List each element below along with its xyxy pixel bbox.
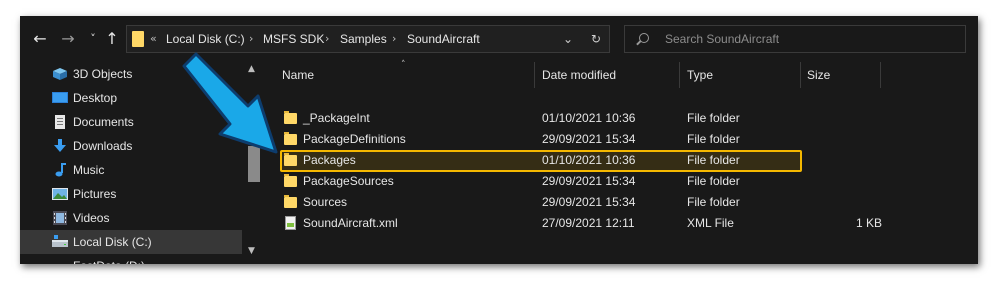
column-divider[interactable] xyxy=(880,62,881,88)
file-row-packages[interactable]: Packages 01/10/2021 10:36 File folder xyxy=(264,150,978,171)
breadcrumb-overflow[interactable]: « xyxy=(150,26,157,52)
file-size: 1 KB xyxy=(856,216,883,230)
column-header-date-modified[interactable]: Date modified xyxy=(542,62,616,88)
sidebar-item-label: Documents xyxy=(73,115,134,129)
folder-icon xyxy=(284,174,297,187)
file-type: File folder xyxy=(687,195,740,209)
folder-icon xyxy=(284,195,297,208)
file-row-sources[interactable]: Sources 29/09/2021 15:34 File folder xyxy=(264,192,978,213)
annotation-arrow-icon xyxy=(182,52,278,154)
sidebar-item-label: 3D Objects xyxy=(73,67,133,81)
scroll-down-icon[interactable]: ▼ xyxy=(248,246,255,256)
column-header-name[interactable]: Name xyxy=(282,62,314,88)
downloads-icon xyxy=(52,139,68,153)
file-type: File folder xyxy=(687,111,740,125)
sidebar-item-label: Pictures xyxy=(73,187,117,201)
sidebar-item-label: Desktop xyxy=(73,91,118,105)
file-name: Sources xyxy=(303,195,348,209)
breadcrumb-separator[interactable]: › xyxy=(392,26,396,52)
file-date: 01/10/2021 10:36 xyxy=(542,153,636,167)
documents-icon xyxy=(52,115,68,129)
file-name: _PackageInt xyxy=(303,111,370,125)
folder-icon xyxy=(284,111,297,124)
file-row-packagedefinitions[interactable]: PackageDefinitions 29/09/2021 15:34 File… xyxy=(264,129,978,150)
file-date: 29/09/2021 15:34 xyxy=(542,132,636,146)
desktop-icon xyxy=(52,91,68,105)
music-icon xyxy=(52,163,68,177)
sidebar-item-label: FastData (D:) xyxy=(73,254,145,264)
pictures-icon xyxy=(52,187,68,201)
sidebar-item-label: Videos xyxy=(73,211,110,225)
file-type: File folder xyxy=(687,153,740,167)
column-divider[interactable] xyxy=(800,62,801,88)
sidebar-item-videos[interactable]: Videos xyxy=(20,206,242,230)
address-dropdown-button[interactable]: ⌄ xyxy=(557,26,579,52)
folder-icon xyxy=(132,31,144,47)
sidebar-item-music[interactable]: Music xyxy=(20,158,242,182)
column-header-size[interactable]: Size xyxy=(807,62,830,88)
drive-icon xyxy=(52,235,68,249)
file-date: 01/10/2021 10:36 xyxy=(542,111,636,125)
file-name: PackageDefinitions xyxy=(303,132,406,146)
column-divider[interactable] xyxy=(534,62,535,88)
file-date: 29/09/2021 15:34 xyxy=(542,195,636,209)
file-type: File folder xyxy=(687,132,740,146)
file-name: PackageSources xyxy=(303,174,394,188)
breadcrumb-separator[interactable]: › xyxy=(325,26,329,52)
column-divider[interactable] xyxy=(679,62,680,88)
recent-locations-button[interactable]: ˅ xyxy=(83,29,103,49)
file-row-packageint[interactable]: _PackageInt 01/10/2021 10:36 File folder xyxy=(264,108,978,129)
search-input[interactable]: Search SoundAircraft xyxy=(665,26,779,52)
file-list: Name ˄ Date modified Type Size _PackageI… xyxy=(264,60,978,264)
search-box[interactable]: Search SoundAircraft xyxy=(624,25,966,53)
file-name: SoundAircraft.xml xyxy=(303,216,398,230)
file-date: 27/09/2021 12:11 xyxy=(542,216,635,230)
file-name: Packages xyxy=(303,153,356,167)
file-explorer-window: ← → ˅ ↑ « Local Disk (C:) › MSFS SDK › S… xyxy=(20,16,978,264)
sidebar-item-label: Music xyxy=(73,163,105,177)
sidebar-item-label: Downloads xyxy=(73,139,133,153)
sidebar-item-pictures[interactable]: Pictures xyxy=(20,182,242,206)
folder-icon xyxy=(284,153,297,166)
xml-file-icon xyxy=(285,216,296,230)
file-type: File folder xyxy=(687,174,740,188)
file-row-packagesources[interactable]: PackageSources 29/09/2021 15:34 File fol… xyxy=(264,171,978,192)
videos-icon xyxy=(52,211,68,225)
forward-button[interactable]: → xyxy=(58,29,78,49)
sidebar-item-local-disk[interactable]: Local Disk (C:) xyxy=(20,230,242,254)
sort-ascending-icon: ˄ xyxy=(401,60,406,70)
file-type: XML File xyxy=(687,216,734,230)
file-date: 29/09/2021 15:34 xyxy=(542,174,636,188)
refresh-button[interactable]: ↻ xyxy=(585,26,607,52)
3d-objects-icon xyxy=(52,67,68,81)
sidebar-item-fastdata[interactable]: FastData (D:) xyxy=(20,254,242,264)
up-button[interactable]: ↑ xyxy=(102,29,122,49)
breadcrumb-samples[interactable]: Samples xyxy=(340,26,387,52)
folder-icon xyxy=(284,132,297,145)
drive-icon xyxy=(52,259,68,264)
column-header-type[interactable]: Type xyxy=(687,62,713,88)
breadcrumb-soundaircraft[interactable]: SoundAircraft xyxy=(407,26,480,52)
file-row-soundaircraft-xml[interactable]: SoundAircraft.xml 27/09/2021 12:11 XML F… xyxy=(264,213,978,234)
search-icon xyxy=(639,33,649,43)
sidebar-item-label: Local Disk (C:) xyxy=(73,235,152,249)
back-button[interactable]: ← xyxy=(30,29,50,49)
